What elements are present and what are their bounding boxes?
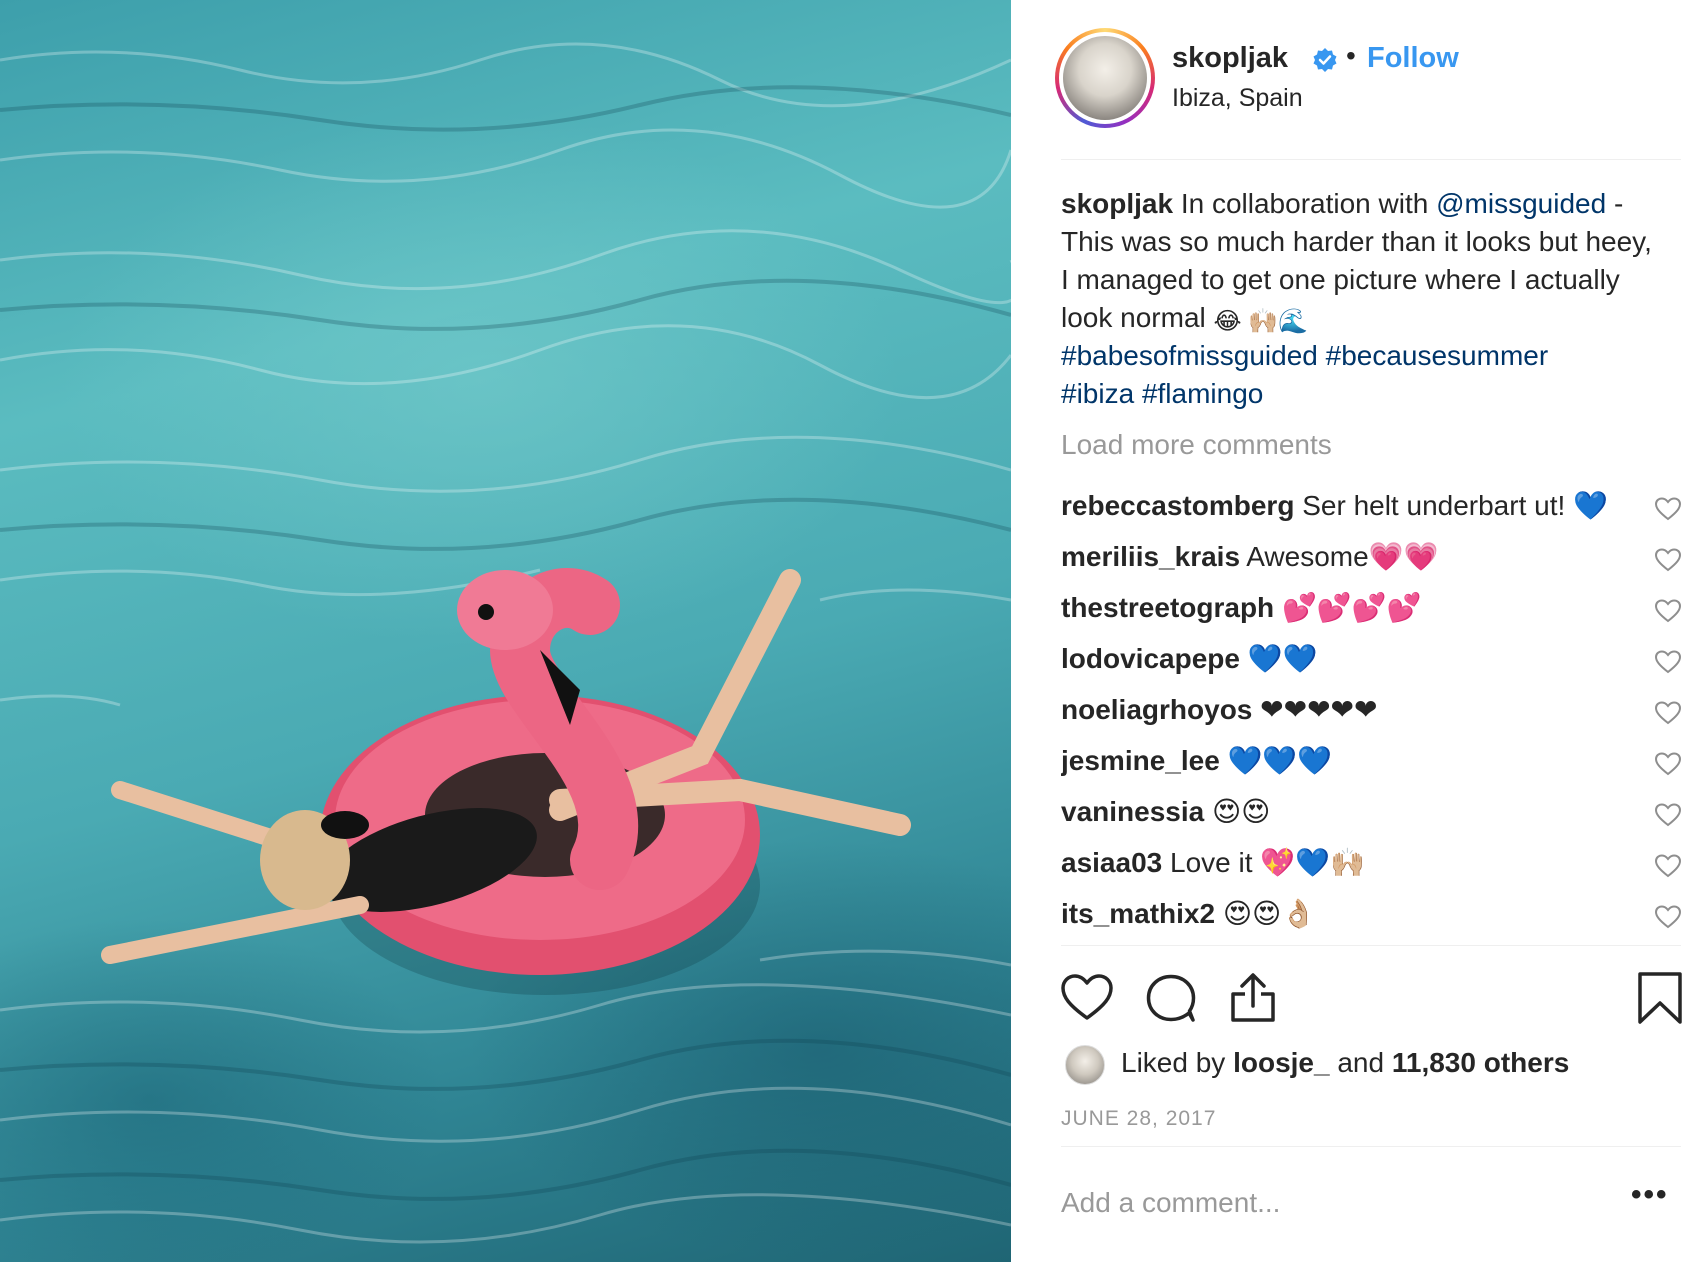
comment-item: lodovicapepe 💙💙: [1061, 640, 1681, 678]
comment-like-heart-icon[interactable]: [1655, 548, 1681, 572]
comment-like-heart-icon[interactable]: [1655, 752, 1681, 776]
hashtag[interactable]: #becausesummer: [1326, 340, 1549, 371]
comment-text: 💙💙💙: [1227, 745, 1333, 776]
comment-text: 😍😍: [1211, 796, 1271, 827]
hashtag[interactable]: #ibiza: [1061, 378, 1134, 409]
caption-username[interactable]: skopljak: [1061, 188, 1173, 219]
comment-like-heart-icon[interactable]: [1655, 905, 1681, 929]
comment-item: meriliis_krais Awesome💗💗: [1061, 538, 1681, 576]
comment-item: rebeccastomberg Ser helt underbart ut! 💙: [1061, 487, 1681, 525]
comment-username[interactable]: meriliis_krais: [1061, 541, 1240, 572]
comment-username[interactable]: lodovicapepe: [1061, 643, 1240, 674]
divider: [1061, 1146, 1681, 1147]
comment-item: asiaa03 Love it 💖💙🙌🏼: [1061, 844, 1681, 882]
comment-username[interactable]: thestreetograph: [1061, 592, 1274, 623]
author-avatar[interactable]: [1055, 28, 1155, 128]
comment-item: thestreetograph 💕💕💕💕: [1061, 589, 1681, 627]
comment-like-heart-icon[interactable]: [1655, 854, 1681, 878]
post-caption: skopljak In collaboration with @missguid…: [1061, 185, 1661, 413]
likes-prefix: Liked by: [1121, 1047, 1234, 1078]
comment-item: noeliagrhoyos ❤❤❤❤❤: [1061, 691, 1681, 729]
bookmark-icon[interactable]: [1632, 970, 1688, 1026]
comment-item: vaninessia 😍😍: [1061, 793, 1681, 831]
comment-username[interactable]: its_mathix2: [1061, 898, 1215, 929]
comment-text: Awesome💗💗: [1246, 541, 1439, 572]
comment-like-heart-icon[interactable]: [1655, 803, 1681, 827]
comment-item: jesmine_lee 💙💙💙: [1061, 742, 1681, 780]
comment-item: its_mathix2 😍😍👌🏼: [1061, 895, 1681, 933]
like-heart-icon[interactable]: [1059, 970, 1115, 1026]
comment-username[interactable]: jesmine_lee: [1061, 745, 1220, 776]
comment-text: Love it 💖💙🙌🏼: [1170, 847, 1365, 878]
post-location[interactable]: Ibiza, Spain: [1172, 84, 1303, 113]
comments-section[interactable]: skopljak In collaboration with @missguid…: [1061, 185, 1681, 945]
follow-button[interactable]: Follow: [1367, 42, 1459, 75]
caption-text: In collaboration with: [1180, 188, 1437, 219]
caption-emojis: 😂 🙌🏼🌊: [1213, 308, 1308, 335]
photo-illustration: [0, 42, 1011, 1244]
comment-icon[interactable]: [1143, 970, 1199, 1026]
comment-username[interactable]: asiaa03: [1061, 847, 1162, 878]
hashtag[interactable]: #babesofmissguided: [1061, 340, 1318, 371]
comment-username[interactable]: rebeccastomberg: [1061, 490, 1294, 521]
liker-username[interactable]: loosje_: [1233, 1047, 1329, 1078]
verified-badge-icon: [1313, 48, 1337, 72]
caption-mention[interactable]: @missguided: [1436, 188, 1606, 219]
likes-count[interactable]: 11,830 others: [1392, 1047, 1569, 1078]
post-panel: skopljak • Follow Ibiza, Spain skopljak …: [1011, 0, 1700, 1262]
post-photo: [0, 0, 1011, 1262]
comment-like-heart-icon[interactable]: [1655, 701, 1681, 725]
comment-text: 💙💙: [1247, 643, 1318, 674]
liker-avatar[interactable]: [1065, 1045, 1105, 1085]
divider: [1061, 945, 1681, 946]
post-date[interactable]: JUNE 28, 2017: [1061, 1107, 1216, 1131]
author-username[interactable]: skopljak: [1172, 42, 1288, 75]
comment-text: Ser helt underbart ut! 💙: [1302, 490, 1608, 521]
separator-dot: •: [1346, 40, 1356, 71]
add-comment-input[interactable]: Add a comment...: [1061, 1187, 1280, 1219]
post-header: skopljak • Follow Ibiza, Spain: [1011, 0, 1700, 160]
comment-text: 💕💕💕💕: [1281, 592, 1422, 623]
likes-text: Liked by loosje_ and 11,830 others: [1121, 1047, 1569, 1079]
divider: [1061, 159, 1681, 160]
comment-like-heart-icon[interactable]: [1655, 599, 1681, 623]
comment-username[interactable]: vaninessia: [1061, 796, 1204, 827]
comment-like-heart-icon[interactable]: [1655, 497, 1681, 521]
comment-text: ❤❤❤❤❤: [1260, 694, 1378, 725]
hashtag[interactable]: #flamingo: [1142, 378, 1263, 409]
load-more-comments-button[interactable]: Load more comments: [1061, 429, 1681, 465]
more-options-icon[interactable]: •••: [1631, 1178, 1669, 1212]
likes-middle: and: [1329, 1047, 1392, 1078]
comment-like-heart-icon[interactable]: [1655, 650, 1681, 674]
share-icon[interactable]: [1225, 970, 1281, 1026]
comment-username[interactable]: noeliagrhoyos: [1061, 694, 1252, 725]
comment-text: 😍😍👌🏼: [1222, 898, 1317, 929]
